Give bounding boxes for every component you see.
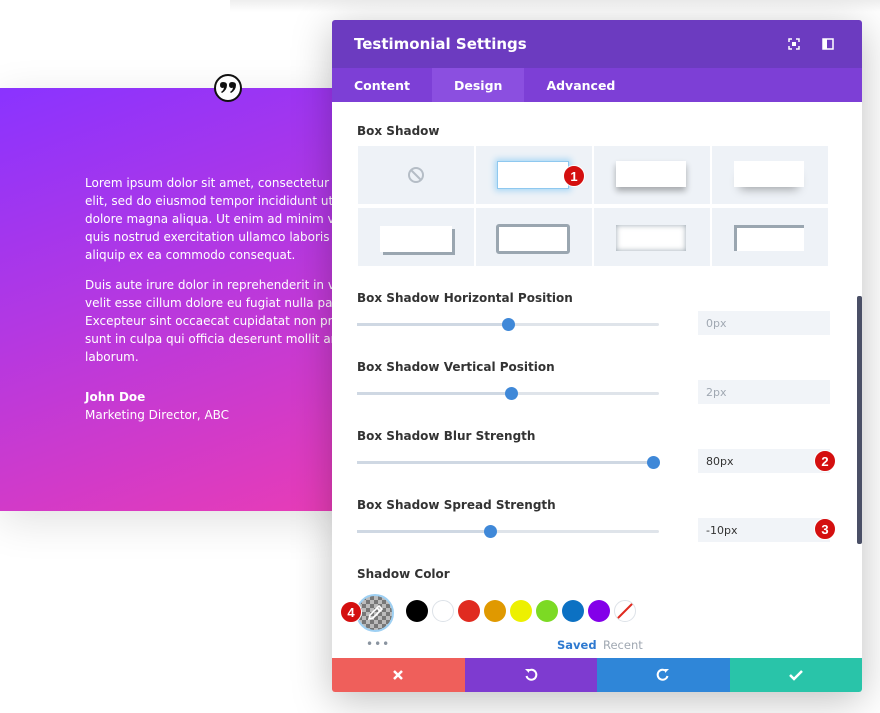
- settings-modal: Testimonial Settings Content Design Adva…: [332, 20, 862, 692]
- more-colors-button[interactable]: •••: [366, 637, 390, 651]
- box-shadow-label: Box Shadow: [357, 124, 440, 138]
- no-color-icon: [616, 602, 634, 620]
- slider-fill: [357, 530, 490, 533]
- swatch-black[interactable]: [406, 600, 428, 622]
- save-button[interactable]: [729, 658, 862, 692]
- sidebar-toggle-button[interactable]: [816, 32, 840, 56]
- modal-title: Testimonial Settings: [354, 35, 527, 53]
- slider-spread[interactable]: [357, 525, 659, 538]
- text-line: quis nostrud exercitation ullamco labori…: [85, 230, 345, 244]
- preset-4[interactable]: [358, 208, 474, 266]
- preset-2[interactable]: [594, 146, 710, 204]
- preset-3[interactable]: [712, 146, 828, 204]
- step-badge-1: 1: [563, 165, 585, 187]
- undo-icon: [524, 668, 538, 681]
- preset-preview: [496, 224, 570, 254]
- text-line: aliquip ex ea commodo consequat.: [85, 248, 296, 262]
- swatch-yellow[interactable]: [510, 600, 532, 622]
- author-name: John Doe: [85, 390, 146, 404]
- close-icon: [393, 670, 404, 680]
- slider-knob[interactable]: [483, 525, 497, 538]
- tab-bar: Content Design Advanced: [332, 68, 862, 102]
- slider-knob[interactable]: [505, 387, 519, 400]
- fullscreen-button[interactable]: [782, 32, 806, 56]
- step-badge-3: 3: [814, 518, 836, 540]
- color-swatches: [406, 600, 636, 622]
- tab-content[interactable]: Content: [332, 68, 432, 102]
- testimonial-paragraph-2: Duis aute irure dolor in reprehenderit i…: [85, 276, 345, 366]
- preset-7[interactable]: [712, 208, 828, 266]
- step-badge-4: 4: [340, 601, 362, 623]
- slider-blur[interactable]: [357, 456, 660, 469]
- swatch-blue[interactable]: [562, 600, 584, 622]
- scrollbar[interactable]: [857, 296, 862, 544]
- text-line: dolore magna aliqua. Ut enim ad minim ve…: [85, 212, 345, 226]
- redo-button[interactable]: [597, 658, 730, 692]
- slider-fill: [357, 392, 512, 395]
- eyedropper-icon: [367, 604, 384, 621]
- slider-knob[interactable]: [502, 318, 515, 331]
- slider-fill: [357, 323, 508, 326]
- preset-preview: [616, 161, 686, 187]
- box-shadow-presets: [358, 146, 829, 268]
- slider-fill: [357, 461, 653, 464]
- tab-advanced[interactable]: Advanced: [524, 68, 637, 102]
- input-blur[interactable]: 80px: [698, 449, 830, 473]
- swatch-transparent[interactable]: [614, 600, 636, 622]
- top-shadow-strip: [230, 0, 880, 12]
- preset-preview: [497, 161, 569, 189]
- modal-footer: [332, 658, 862, 692]
- swatch-green[interactable]: [536, 600, 558, 622]
- preset-5[interactable]: [476, 208, 592, 266]
- preset-none[interactable]: [358, 146, 474, 204]
- modal-header: Testimonial Settings: [332, 20, 862, 68]
- quote-icon: [214, 74, 242, 102]
- field-label-vertical: Box Shadow Vertical Position: [357, 360, 555, 374]
- fullscreen-icon: [788, 38, 800, 50]
- input-horizontal[interactable]: 0px: [698, 311, 830, 335]
- shadow-color-label: Shadow Color: [357, 567, 450, 581]
- tab-design[interactable]: Design: [432, 68, 525, 102]
- text-line: Lorem ipsum dolor sit amet, consectetur …: [85, 176, 345, 190]
- preset-6[interactable]: [594, 208, 710, 266]
- saved-colors-tab[interactable]: Saved: [557, 638, 597, 652]
- text-line: Excepteur sint occaecat cupidatat non pr…: [85, 314, 345, 328]
- checkmark-icon: [788, 670, 803, 681]
- preset-preview: [380, 226, 452, 252]
- recent-colors-tab[interactable]: Recent: [603, 638, 643, 652]
- preset-preview: [734, 225, 804, 251]
- text-line: laborum.: [85, 350, 139, 364]
- text-line: Duis aute irure dolor in reprehenderit i…: [85, 278, 345, 292]
- preset-preview: [734, 161, 804, 187]
- author-role: Marketing Director, ABC: [85, 408, 230, 422]
- step-badge-2: 2: [814, 450, 836, 472]
- preset-preview: [616, 225, 686, 251]
- field-label-blur: Box Shadow Blur Strength: [357, 429, 536, 443]
- split-layout-icon: [822, 38, 834, 50]
- slider-horizontal[interactable]: [357, 318, 659, 331]
- input-vertical[interactable]: 2px: [698, 380, 830, 404]
- slider-knob[interactable]: [646, 456, 660, 469]
- text-line: sunt in culpa qui officia deserunt molli…: [85, 332, 345, 346]
- redo-icon: [656, 668, 670, 681]
- text-line: elit, sed do eiusmod tempor incididunt u…: [85, 194, 345, 208]
- slider-vertical[interactable]: [357, 387, 659, 400]
- swatch-orange[interactable]: [484, 600, 506, 622]
- undo-button[interactable]: [464, 658, 597, 692]
- swatch-purple[interactable]: [588, 600, 610, 622]
- text-line: velit esse cillum dolore eu fugiat nulla…: [85, 296, 345, 310]
- swatch-red[interactable]: [458, 600, 480, 622]
- modal-body: Box Shadow 1 Box Shadow Horizontal Posit…: [332, 102, 862, 658]
- input-spread[interactable]: -10px: [698, 518, 830, 542]
- field-label-spread: Box Shadow Spread Strength: [357, 498, 556, 512]
- field-label-horizontal: Box Shadow Horizontal Position: [357, 291, 573, 305]
- discard-button[interactable]: [332, 658, 465, 692]
- swatch-white[interactable]: [432, 600, 454, 622]
- no-shadow-icon: [408, 167, 424, 183]
- testimonial-paragraph-1: Lorem ipsum dolor sit amet, consectetur …: [85, 174, 345, 264]
